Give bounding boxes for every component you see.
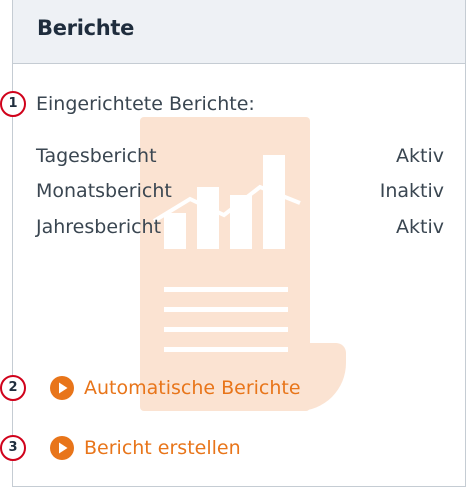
- report-name: Monatsbericht: [36, 180, 172, 202]
- report-name: Tagesbericht: [36, 145, 157, 167]
- panel-title: Berichte: [37, 16, 135, 40]
- play-circle-icon: [50, 376, 74, 400]
- callout-badge-3: 3: [0, 435, 26, 461]
- callout-badge-1: 1: [0, 91, 26, 117]
- automatic-reports-label: Automatische Berichte: [84, 377, 301, 399]
- report-status: Aktiv: [396, 145, 444, 167]
- create-report-link[interactable]: Bericht erstellen: [50, 434, 241, 462]
- report-row-monthly: Monatsbericht Inaktiv: [36, 180, 444, 208]
- report-row-yearly: Jahresbericht Aktiv: [36, 216, 444, 244]
- configured-reports-heading: Eingerichtete Berichte:: [36, 93, 255, 115]
- report-name: Jahresbericht: [36, 216, 162, 238]
- automatic-reports-link[interactable]: Automatische Berichte: [50, 374, 301, 402]
- callout-badge-2: 2: [0, 375, 26, 401]
- create-report-label: Bericht erstellen: [84, 437, 241, 459]
- report-status: Aktiv: [396, 216, 444, 238]
- panel-header: Berichte: [13, 0, 465, 64]
- report-status: Inaktiv: [379, 180, 444, 202]
- play-circle-icon: [50, 436, 74, 460]
- reports-panel: Berichte Eingerichtete Berichte: Tagesbe…: [12, 0, 466, 487]
- report-row-daily: Tagesbericht Aktiv: [36, 145, 444, 173]
